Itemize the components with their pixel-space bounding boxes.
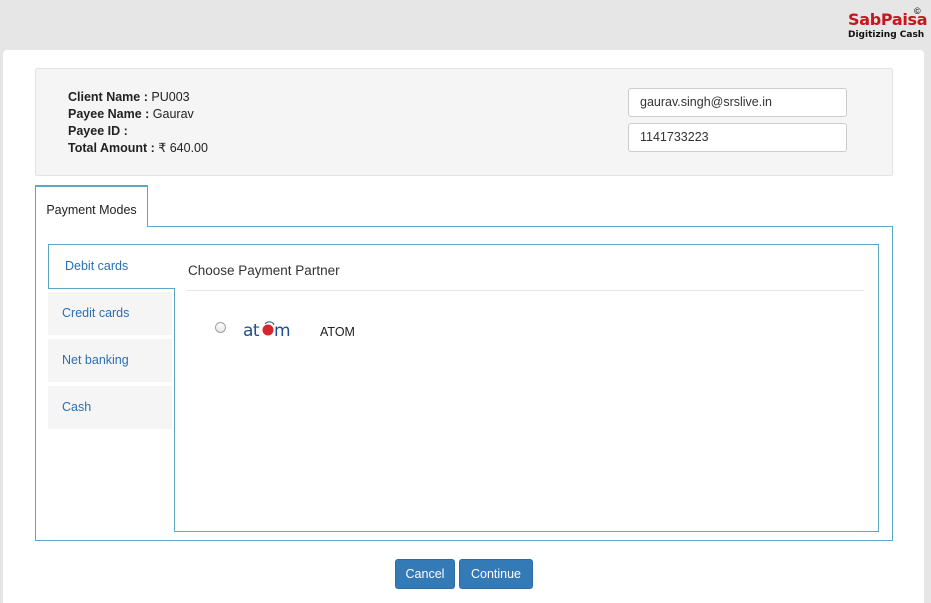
payment-mode-cash[interactable]: Cash <box>48 386 172 429</box>
svg-text:m: m <box>274 321 291 341</box>
client-info: Client Name : PU003 Payee Name : Gaurav … <box>68 89 208 157</box>
payment-mode-credit-cards[interactable]: Credit cards <box>48 292 172 335</box>
partner-radio-atom[interactable] <box>215 322 226 333</box>
total-amount-label: Total Amount : <box>68 141 155 155</box>
divider <box>187 290 864 291</box>
total-amount-row: Total Amount : ₹ 640.00 <box>68 140 208 157</box>
tab-payment-modes[interactable]: Payment Modes <box>35 185 148 227</box>
payment-mode-menu: Debit cards Credit cards Net banking Cas… <box>48 244 175 433</box>
total-amount-value: ₹ 640.00 <box>158 141 208 155</box>
client-name-label: Client Name : <box>68 90 148 104</box>
tab-strip: Payment Modes <box>35 185 893 227</box>
client-name-value: PU003 <box>151 90 190 104</box>
sabpaisa-logo: SabPaisa © Digitizing Cash <box>846 6 928 42</box>
payee-name-label: Payee Name : <box>68 107 150 121</box>
svg-text:at: at <box>243 321 260 341</box>
continue-button[interactable]: Continue <box>459 559 533 589</box>
payment-mode-debit-cards[interactable]: Debit cards <box>48 244 175 289</box>
logo-tagline: Digitizing Cash <box>848 30 925 40</box>
client-details-box: Client Name : PU003 Payee Name : Gaurav … <box>35 68 893 176</box>
client-name-row: Client Name : PU003 <box>68 89 208 106</box>
partner-section-title: Choose Payment Partner <box>188 263 340 278</box>
phone-field[interactable]: 1141733223 <box>628 123 847 152</box>
payment-partner-panel: Choose Payment Partner at m ATOM <box>174 244 879 532</box>
atom-logo: at m <box>243 321 291 341</box>
payee-name-value: Gaurav <box>152 107 194 121</box>
payee-id-label: Payee ID : <box>68 124 128 138</box>
cancel-button[interactable]: Cancel <box>395 559 455 589</box>
payee-name-row: Payee Name : Gaurav <box>68 106 208 123</box>
payment-mode-net-banking[interactable]: Net banking <box>48 339 172 382</box>
payee-id-row: Payee ID : <box>68 123 208 140</box>
copyright-mark: © <box>914 6 921 16</box>
email-field[interactable]: gaurav.singh@srslive.in <box>628 88 847 117</box>
partner-name-atom: ATOM <box>320 325 355 339</box>
